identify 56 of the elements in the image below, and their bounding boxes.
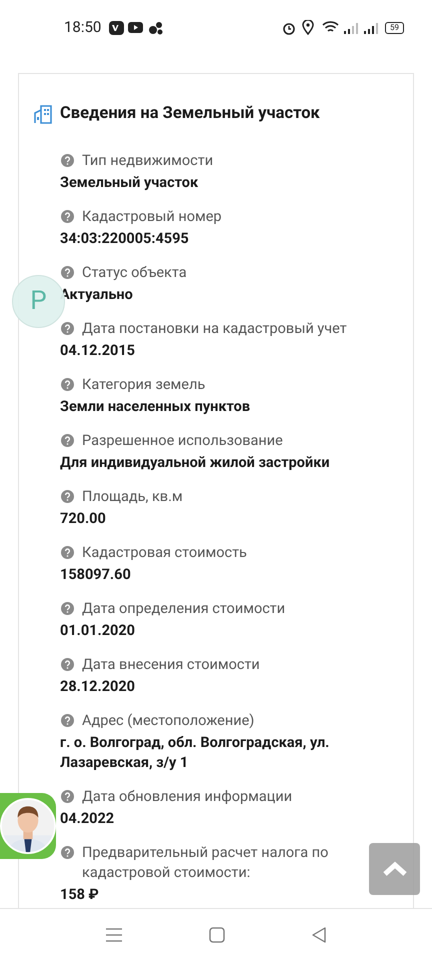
help-icon[interactable]	[61, 658, 74, 671]
dots-icon	[149, 20, 164, 34]
section-title: Сведения на Земельный участок	[60, 103, 320, 125]
field-label: Разрешенное использование	[82, 430, 283, 451]
field-value: 720.00	[60, 508, 106, 529]
chevron-up-icon	[382, 861, 408, 877]
back-icon[interactable]	[311, 926, 327, 942]
help-icon[interactable]	[61, 714, 74, 727]
field-value: 04.2022	[60, 808, 114, 829]
field-label: Предварительный расчет налога по кадастровой стоимости:	[82, 842, 330, 883]
field-label: Кадастровый номер	[82, 206, 222, 227]
home-square-icon[interactable]	[209, 926, 225, 942]
field-value: 01.01.2020	[60, 620, 135, 641]
signal-icon	[363, 22, 379, 34]
field-value: Земли населенных пунктов	[60, 396, 250, 417]
play-icon	[128, 22, 144, 33]
help-icon[interactable]	[61, 378, 74, 391]
field-label: Дата внесения стоимости	[82, 654, 260, 675]
field-label: Площадь, кв.м	[82, 486, 183, 507]
field-value: 158 ₽	[60, 884, 99, 905]
help-icon[interactable]	[61, 546, 74, 559]
chat-app-icon	[109, 20, 124, 34]
battery-indicator: 59	[385, 22, 404, 34]
field-value: 28.12.2020	[60, 676, 135, 697]
field-label: Кадастровая стоимость	[82, 542, 247, 563]
field-value: Земельный участок	[60, 172, 198, 193]
scroll-top-button[interactable]	[369, 843, 420, 895]
help-icon[interactable]	[61, 322, 74, 335]
help-icon[interactable]	[61, 210, 74, 223]
status-time: 18:50	[64, 17, 102, 38]
field-value: 04.12.2015	[60, 340, 135, 361]
field-label: Тип недвижимости	[82, 150, 214, 171]
help-icon[interactable]	[61, 790, 74, 803]
help-icon[interactable]	[61, 846, 74, 859]
field-label: Дата обновления информации	[82, 786, 292, 807]
alarm-icon	[282, 20, 296, 34]
location-icon	[302, 20, 314, 35]
field-value: 158097.60	[60, 564, 131, 585]
help-icon[interactable]	[61, 434, 74, 447]
help-icon[interactable]	[61, 490, 74, 503]
chat-tab[interactable]	[0, 793, 56, 859]
field-label: Дата постановки на кадастровый учет	[82, 318, 347, 339]
field-value: 34:03:220005:4595	[60, 228, 189, 249]
field-label: Адрес (местоположение)	[82, 710, 254, 731]
field-value: Для индивидуальной жилой застройки	[60, 452, 330, 473]
help-icon[interactable]	[61, 602, 74, 615]
help-icon[interactable]	[61, 266, 74, 279]
menu-icon[interactable]	[105, 926, 123, 942]
field-label: Статус объекта	[82, 262, 187, 283]
help-icon[interactable]	[61, 154, 74, 167]
wifi-icon	[322, 21, 339, 34]
building-icon	[34, 104, 52, 124]
field-value: г. о. Волгоград, обл. Волгоградская, ул. Лазаревская, з/у 1	[60, 732, 330, 773]
field-label: Категория земель	[82, 374, 206, 395]
field-label: Дата определения стоимости	[82, 598, 286, 619]
signal-icon	[343, 22, 359, 34]
